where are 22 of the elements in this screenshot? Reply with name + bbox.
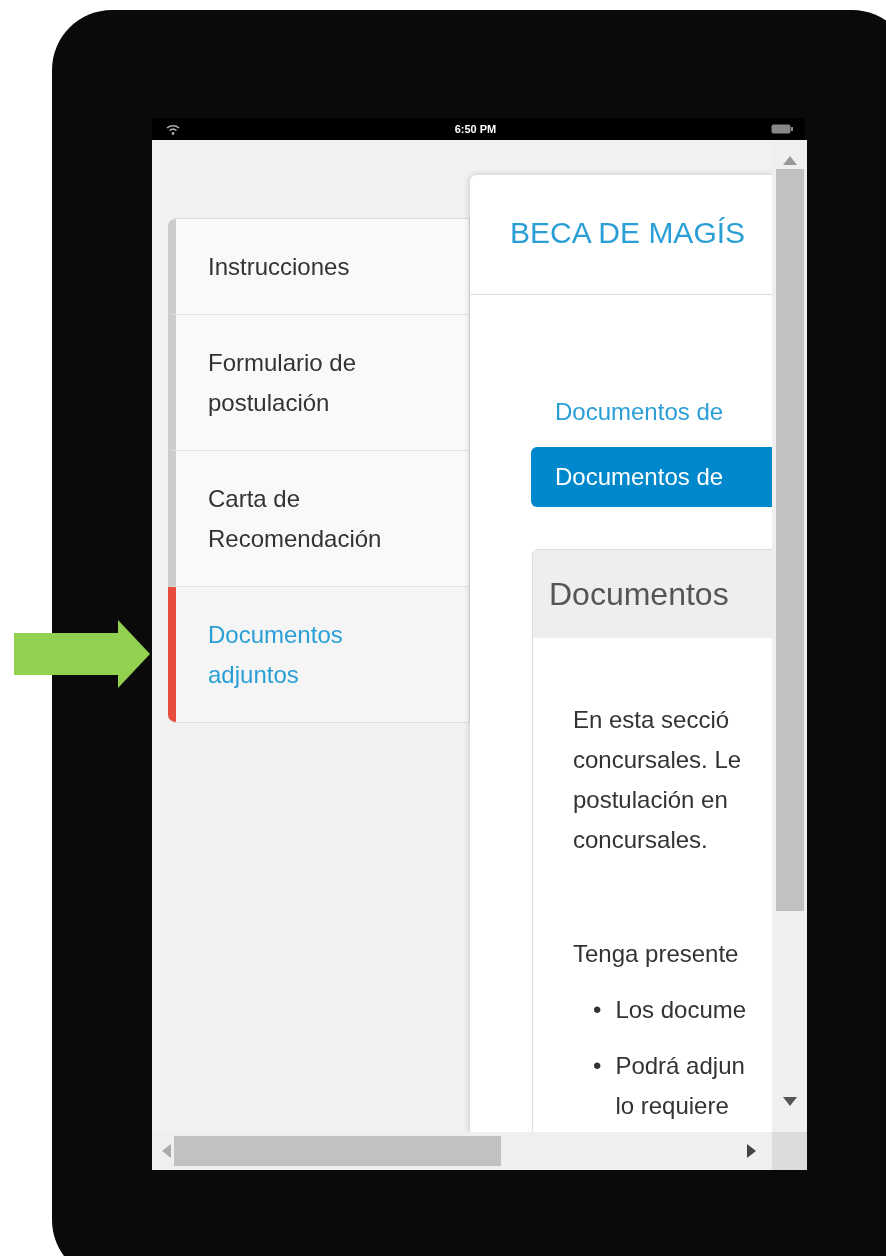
status-time: 6:50 PM	[454, 121, 497, 137]
note-text: Tenga presente	[573, 939, 740, 969]
scrollbar-thumb[interactable]	[174, 1136, 501, 1166]
scrollbar-thumb[interactable]	[775, 169, 804, 911]
card-title: Documentos	[549, 576, 729, 612]
bullet-text: Los docume	[615, 995, 747, 1025]
sidebar-tab[interactable]: Carta de Recomendación	[168, 451, 469, 587]
scroll-right-icon[interactable]	[747, 1144, 756, 1158]
documents-button[interactable]: Documentos de	[531, 447, 772, 507]
scroll-up-icon[interactable]	[782, 156, 797, 165]
scroll-down-icon[interactable]	[782, 1097, 797, 1106]
intro-paragraph: En esta secció concursales. Le postulación en concursales.	[573, 705, 743, 855]
scrollbar-corner	[772, 1132, 807, 1170]
bullet-marker: •	[593, 995, 602, 1025]
battery-icon	[771, 124, 793, 134]
page-title: BECA DE MAGÍS	[510, 216, 746, 249]
scroll-left-icon[interactable]	[162, 1144, 171, 1158]
wifi-icon	[166, 123, 180, 135]
sidebar-tab[interactable]: Instrucciones	[168, 219, 469, 315]
bullet-text: Podrá adjun lo requiere	[615, 1051, 745, 1121]
bullet-marker: •	[593, 1051, 602, 1081]
sidebar-tab[interactable]: Formulario de postulación	[168, 315, 469, 451]
